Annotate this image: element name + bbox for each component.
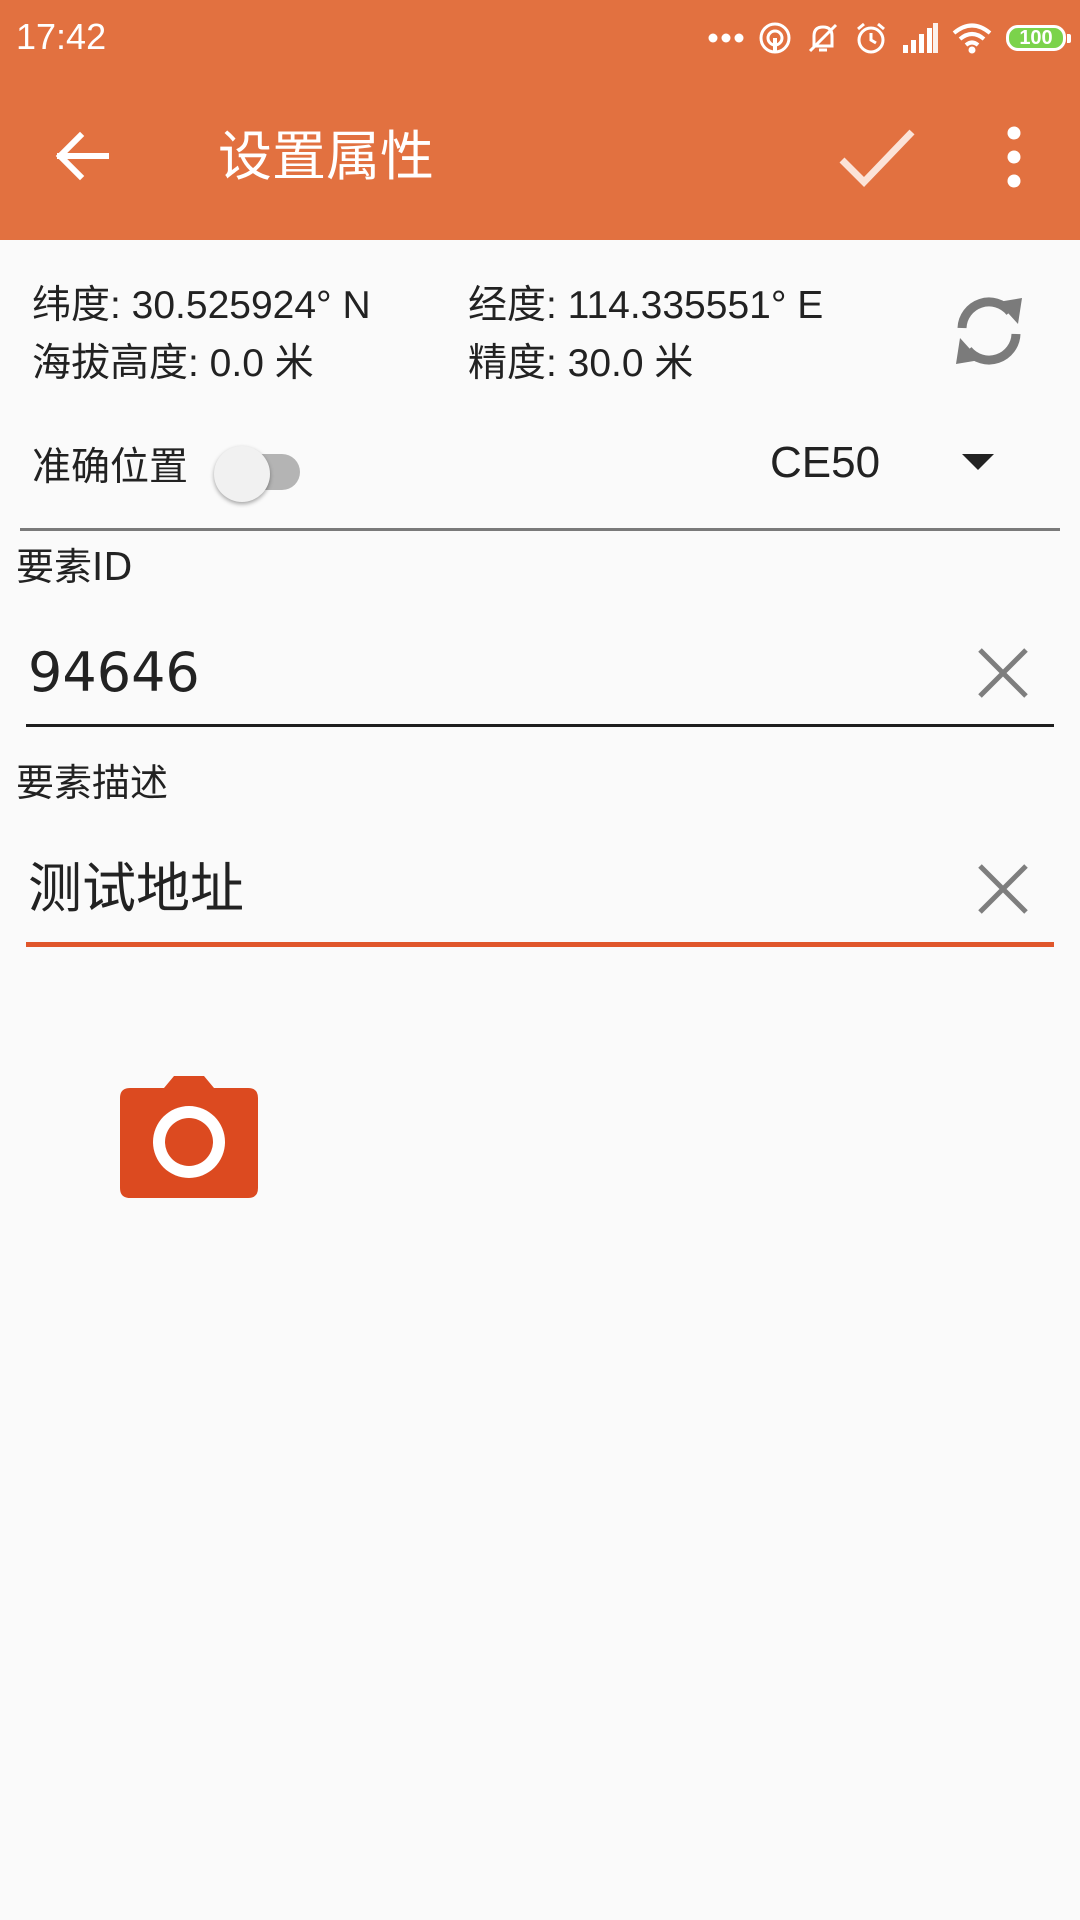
precision-dropdown-value: CE50 xyxy=(770,438,881,487)
mute-icon xyxy=(808,23,838,53)
wifi-icon xyxy=(952,23,992,54)
clear-feature-description-icon[interactable] xyxy=(972,858,1034,920)
feature-description-input[interactable]: 测试地址 xyxy=(28,856,244,922)
accurate-position-switch[interactable] xyxy=(214,446,304,502)
check-icon[interactable] xyxy=(836,122,916,192)
back-arrow-icon[interactable] xyxy=(44,124,124,188)
latitude-text: 纬度: 30.525924° N xyxy=(32,284,371,327)
switch-thumb xyxy=(214,446,270,502)
hotspot-icon xyxy=(759,22,791,54)
signal-icon xyxy=(903,23,938,53)
feature-description-underline xyxy=(26,942,1054,947)
clear-feature-id-icon[interactable] xyxy=(972,642,1034,704)
feature-id-input[interactable]: 94646 xyxy=(28,640,200,706)
status-icons: 100 xyxy=(708,18,1071,58)
altitude-text: 海拔高度: 0.0 米 xyxy=(32,342,314,385)
accuracy-text: 精度: 30.0 米 xyxy=(468,342,694,385)
feature-id-underline xyxy=(26,724,1054,727)
precision-dropdown[interactable]: CE50 xyxy=(760,432,1060,504)
camera-icon[interactable] xyxy=(120,1074,258,1198)
page-title: 设置属性 xyxy=(218,125,434,188)
feature-id-label: 要素ID xyxy=(16,545,133,589)
accurate-position-label: 准确位置 xyxy=(32,445,189,490)
longitude-text: 经度: 114.335551° E xyxy=(468,284,824,327)
more-vert-icon[interactable] xyxy=(996,124,1032,190)
feature-description-label: 要素描述 xyxy=(16,761,169,805)
refresh-icon[interactable] xyxy=(950,292,1028,370)
alarm-icon xyxy=(857,22,885,54)
divider xyxy=(20,528,1060,531)
more-dots-icon xyxy=(708,33,744,43)
battery-icon: 100 xyxy=(1006,25,1071,51)
status-time: 17:42 xyxy=(16,16,107,57)
dropdown-arrow-icon xyxy=(962,454,994,470)
